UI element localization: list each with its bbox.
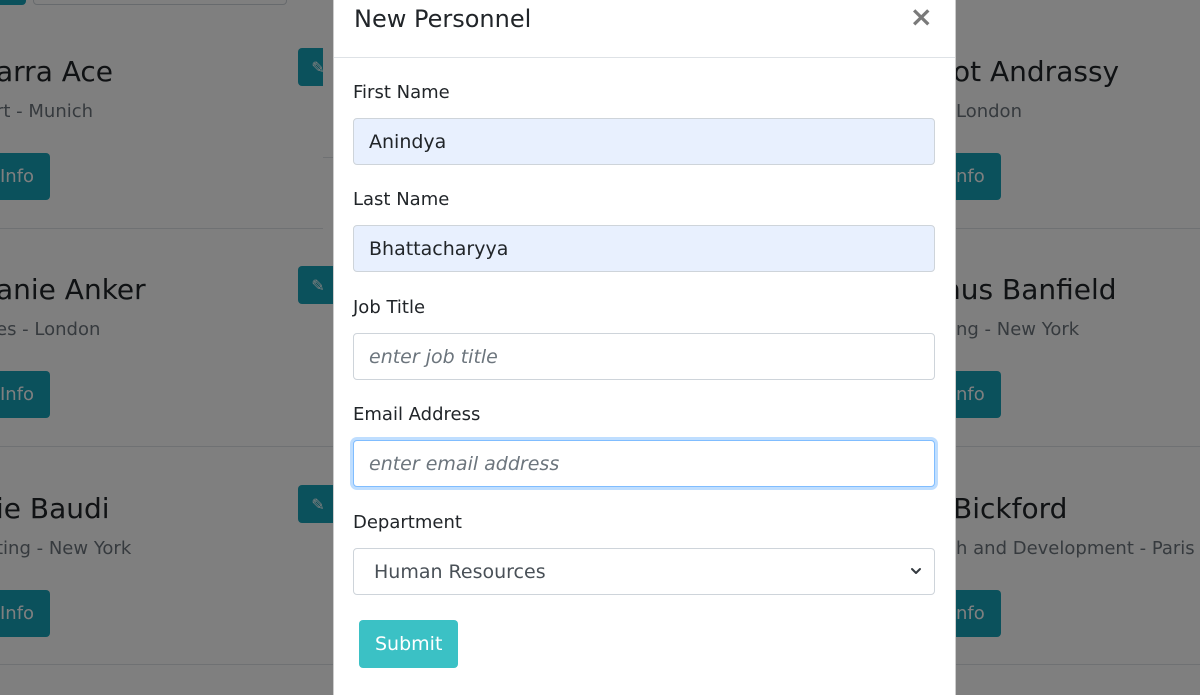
- department-select[interactable]: Human Resources: [353, 548, 935, 595]
- new-personnel-modal: New Personnel × First Name Last Name Job…: [333, 0, 956, 695]
- modal-title: New Personnel: [354, 5, 532, 33]
- first-name-input[interactable]: [353, 118, 935, 165]
- chevron-down-icon: [911, 568, 921, 574]
- last-name-label: Last Name: [353, 189, 450, 210]
- email-label: Email Address: [353, 404, 481, 425]
- last-name-input[interactable]: [353, 225, 935, 272]
- modal-header: New Personnel ×: [334, 0, 955, 58]
- job-title-input[interactable]: [353, 333, 935, 380]
- department-selected-value: Human Resources: [374, 560, 546, 583]
- first-name-label: First Name: [353, 82, 450, 103]
- email-input[interactable]: [353, 440, 935, 487]
- submit-button[interactable]: Submit: [359, 620, 459, 668]
- job-title-label: Job Title: [353, 297, 426, 318]
- department-label: Department: [353, 512, 462, 533]
- close-icon[interactable]: ×: [910, 3, 933, 31]
